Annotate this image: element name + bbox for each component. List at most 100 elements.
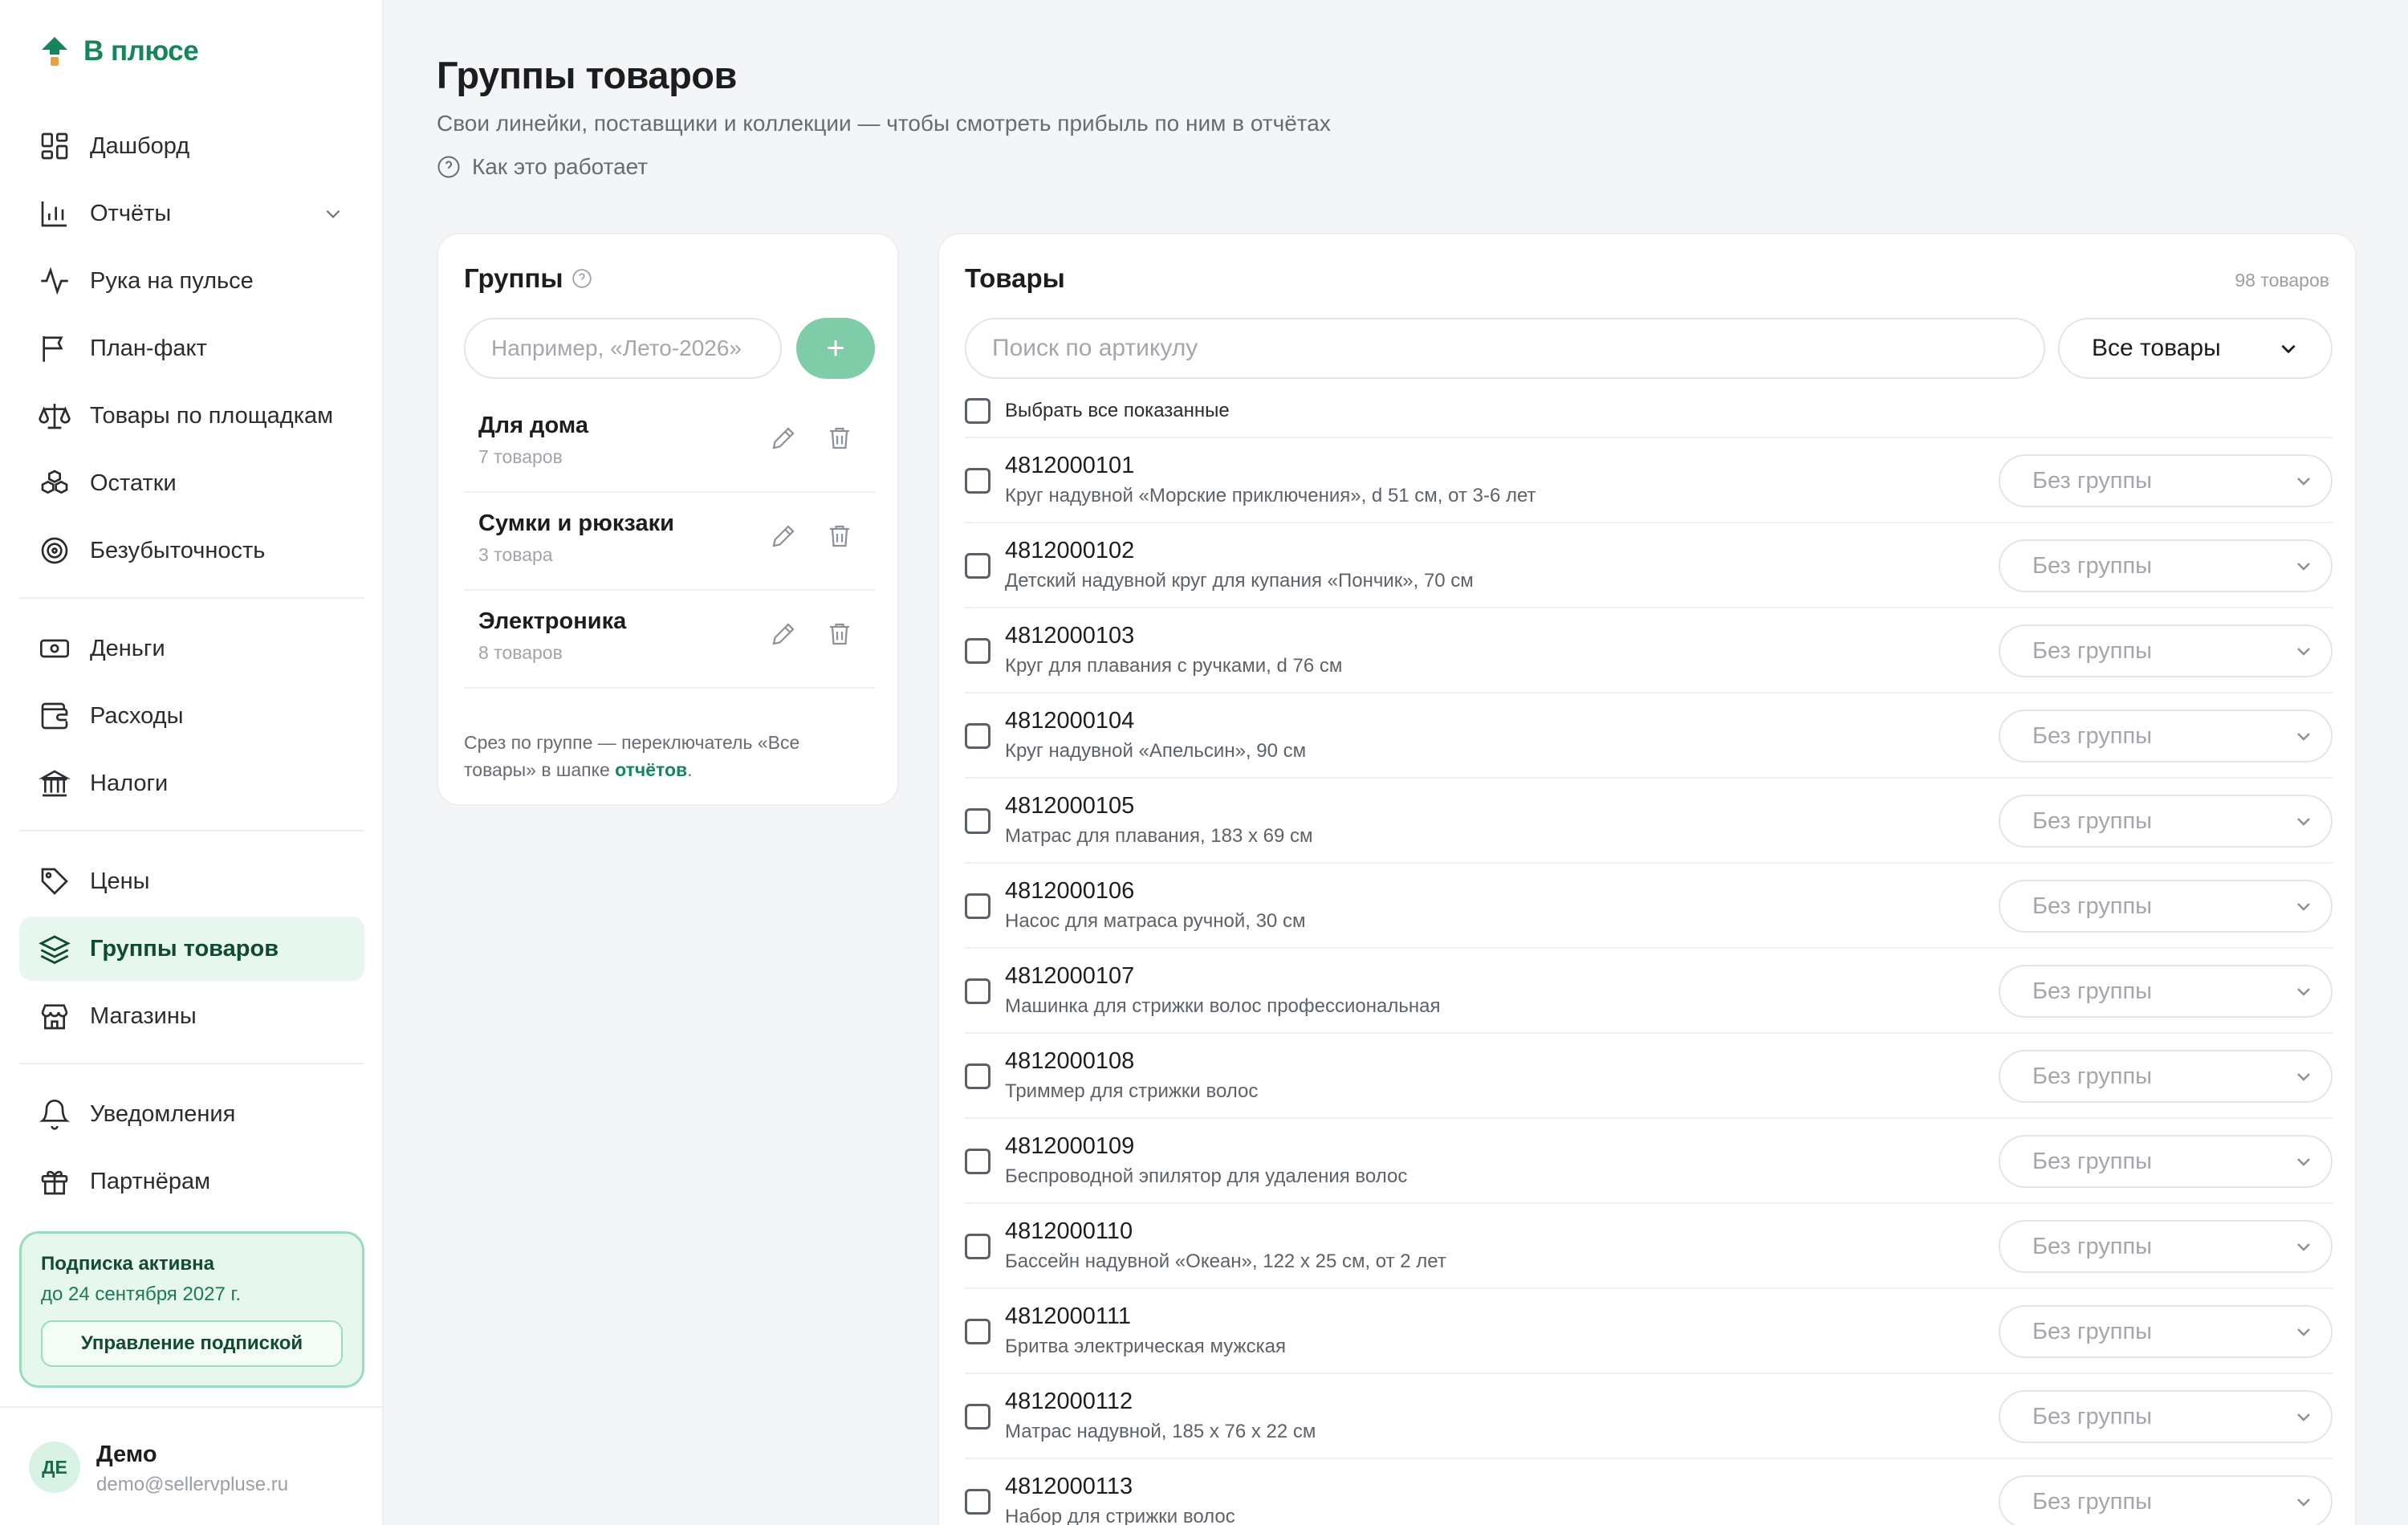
row-checkbox[interactable] [965,553,990,579]
page-title: Группы товаров [437,54,737,96]
gift-icon [41,1170,68,1195]
avatar: ДЕ [29,1442,80,1493]
group-select[interactable]: Без группы [1999,539,2333,592]
row-checkbox[interactable] [965,808,990,834]
row-checkbox[interactable] [965,893,990,919]
sidebar-item-stock[interactable]: Остатки [19,451,364,515]
pencil-icon[interactable] [769,424,798,453]
groups-note: Срез по группе — переключатель «Все това… [464,729,875,783]
sidebar-item-pulse[interactable]: Рука на пульсе [19,249,364,313]
product-name: Бассейн надувной «Океан», 122 х 25 см, о… [1005,1250,1446,1272]
bank-icon [39,770,71,797]
row-checkbox[interactable] [965,1234,990,1259]
user-profile[interactable]: ДЕ Демо demo@sellervpluse.ru [0,1406,384,1525]
group-select[interactable]: Без группы [1999,795,2333,848]
sidebar-item-marketplace-products[interactable]: Товары по площадкам [19,384,364,448]
chevron-down-icon [2297,733,2310,741]
group-select[interactable]: Без группы [1999,1475,2333,1525]
new-group-input[interactable] [464,318,782,379]
row-checkbox[interactable] [965,468,990,494]
group-select[interactable]: Без группы [1999,965,2333,1018]
groups-list: Для дома 7 товаров Сумки и рюкзаки 3 тов… [464,395,875,689]
sidebar-item-expenses[interactable]: Расходы [19,684,364,748]
target-icon [41,537,68,564]
sidebar-item-money[interactable]: Деньги [19,616,364,681]
row-checkbox[interactable] [965,1063,990,1089]
sidebar-item-label: Расходы [90,702,184,729]
group-select[interactable]: Без группы [1999,1305,2333,1358]
product-sku: 4812000101 [1005,453,1135,478]
list-item[interactable]: Сумки и рюкзаки 3 товара [464,493,875,591]
sidebar-item-notifications[interactable]: Уведомления [19,1082,364,1146]
sidebar-item-dashboard[interactable]: Дашборд [19,114,364,178]
product-name: Матрас надувной, 185 х 76 х 22 см [1005,1421,1316,1442]
help-icon[interactable] [571,268,592,289]
chevron-down-icon[interactable] [323,203,344,224]
chevron-down-icon [2281,344,2296,354]
pencil-icon[interactable] [769,522,798,551]
row-checkbox[interactable] [965,1149,990,1174]
product-name: Машинка для стрижки волос профессиональн… [1005,995,1441,1017]
logo[interactable]: В плюсе [40,32,199,71]
group-select[interactable]: Без группы [1999,1050,2333,1103]
list-item[interactable]: Электроника 8 товаров [464,591,875,689]
row-checkbox[interactable] [965,1489,990,1515]
group-select[interactable]: Без группы [1999,710,2333,762]
group-filter-select[interactable]: Все товары [2058,318,2333,379]
groups-title: Группы [464,263,592,294]
product-name: Насос для матраса ручной, 30 см [1005,910,1306,932]
group-select-value: Без группы [2032,467,2153,494]
group-select[interactable]: Без группы [1999,1220,2333,1273]
group-select[interactable]: Без группы [1999,454,2333,507]
row-checkbox[interactable] [965,1404,990,1429]
row-checkbox[interactable] [965,638,990,664]
sidebar: В плюсе Дашборд Отчёты Рука на пульсе Пл… [0,0,384,1525]
bell-icon [39,1100,71,1130]
chevron-down-icon [2297,563,2310,571]
pencil-icon[interactable] [769,620,798,649]
add-group-button[interactable]: + [796,318,875,379]
table-row: 4812000105 Матрас для плавания, 183 х 69 … [965,777,2333,862]
sidebar-item-partners[interactable]: Партнёрам [19,1149,364,1214]
select-all-label: Выбрать все показанные [1005,400,1230,421]
sidebar-item-plan-fact[interactable]: План-факт [19,316,364,380]
sidebar-item-product-groups[interactable]: Группы товаров [19,917,364,981]
group-select-value: Без группы [2032,807,2153,834]
chevron-down-icon [2297,1413,2310,1421]
product-sku: 4812000104 [1005,708,1135,734]
table-row: 4812000103 Круг для плавания с ручками, d… [965,607,2333,692]
sidebar-item-prices[interactable]: Цены [19,849,364,913]
list-item[interactable]: Для дома 7 товаров [464,395,875,493]
group-select[interactable]: Без группы [1999,1390,2333,1443]
how-it-works-label: Как это работает [472,154,649,179]
trash-icon[interactable] [825,522,854,551]
user-name: Демо [96,1442,157,1467]
select-all-checkbox[interactable] [965,398,990,424]
table-row: 4812000101 Круг надувной «Морские приключ… [965,437,2333,522]
group-select[interactable]: Без группы [1999,624,2333,677]
sidebar-item-taxes[interactable]: Налоги [19,751,364,815]
chevron-down-icon [2297,818,2310,826]
row-checkbox[interactable] [965,1319,990,1344]
sidebar-item-breakeven[interactable]: Безубыточность [19,518,364,583]
group-filter-value: Все товары [2092,335,2221,361]
manage-subscription-button[interactable]: Управление подпиской [41,1320,343,1367]
how-it-works-link[interactable]: Как это работает [437,154,648,180]
sku-search-input[interactable] [965,318,2045,379]
product-sku: 4812000106 [1005,878,1135,904]
sidebar-item-reports[interactable]: Отчёты [19,181,364,246]
group-select-value: Без группы [2032,978,2153,1004]
group-select[interactable]: Без группы [1999,1135,2333,1188]
trash-icon[interactable] [825,620,854,649]
product-sku: 4812000108 [1005,1048,1135,1074]
trash-icon[interactable] [825,424,854,453]
group-select[interactable]: Без группы [1999,880,2333,933]
select-all[interactable]: Выбрать все показанные [965,398,1230,424]
product-name: Круг надувной «Морские приключения», d 5… [1005,485,1536,506]
reports-link[interactable]: отчётов [615,759,687,780]
row-checkbox[interactable] [965,723,990,749]
product-sku: 4812000102 [1005,538,1135,563]
table-row: 4812000112 Матрас надувной, 185 х 76 х 22… [965,1372,2333,1458]
sidebar-item-stores[interactable]: Магазины [19,984,364,1048]
row-checkbox[interactable] [965,978,990,1004]
